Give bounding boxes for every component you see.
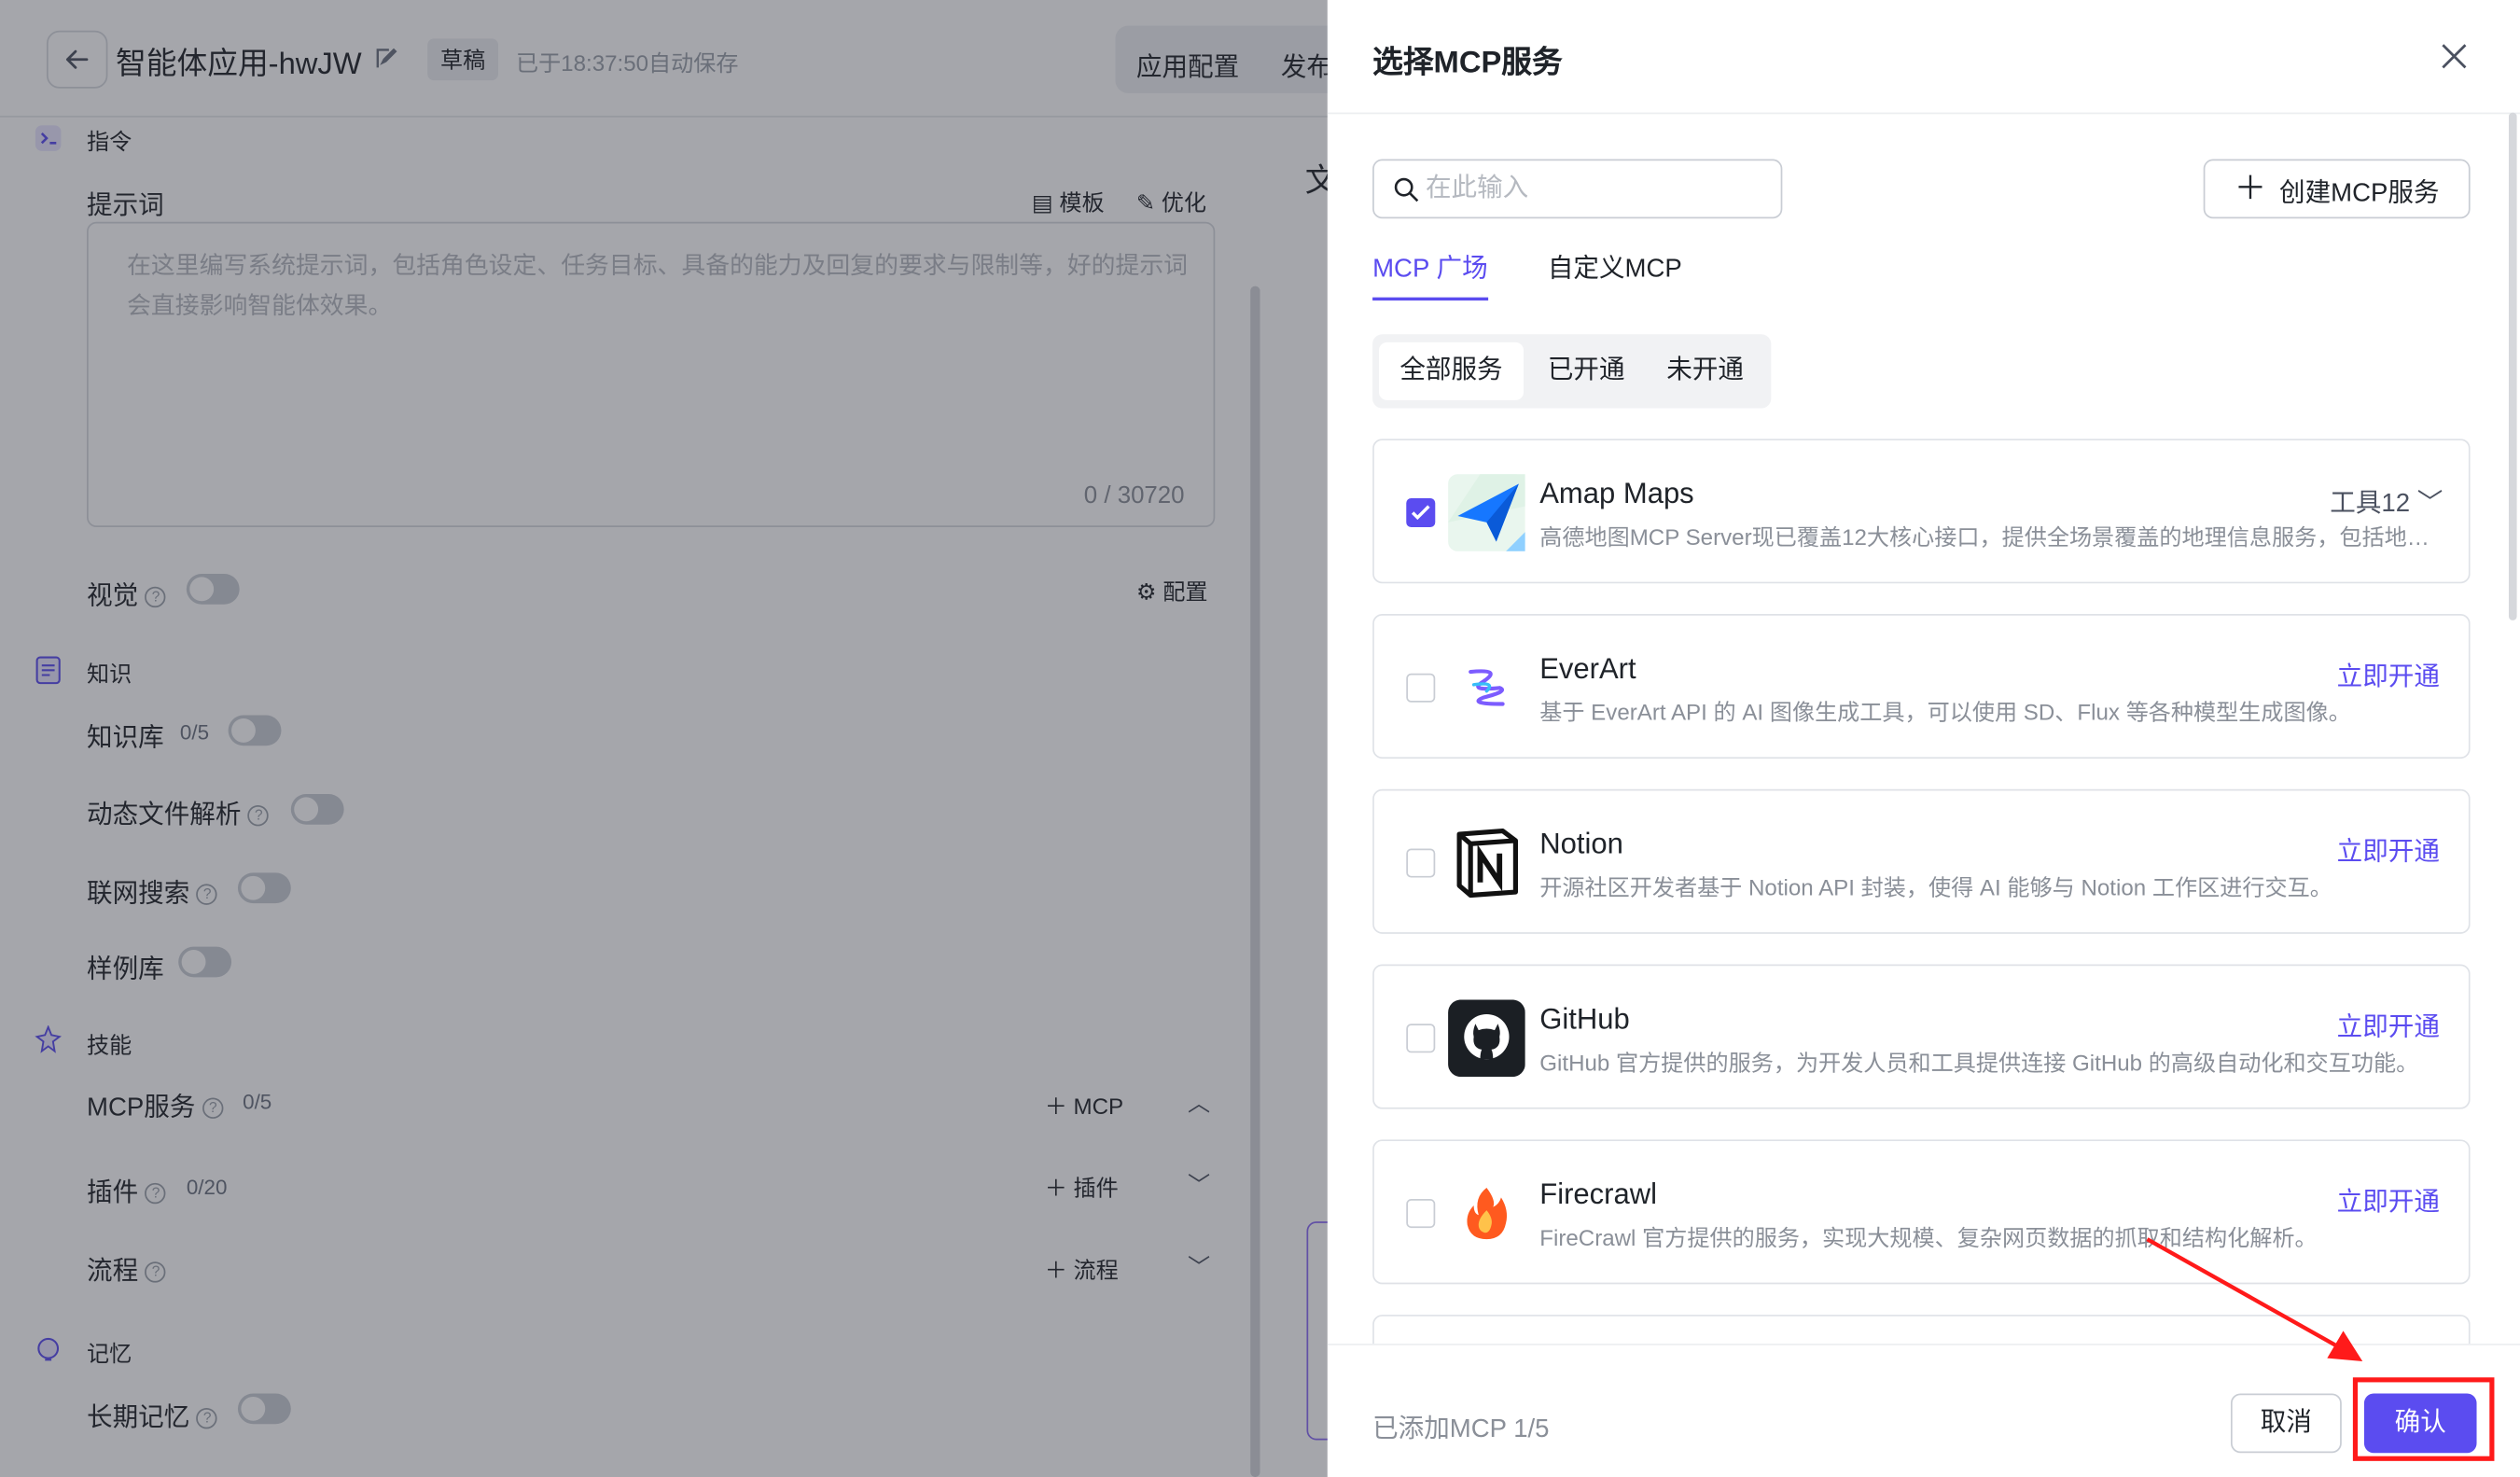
annotation-highlight-box — [2352, 1377, 2495, 1461]
modal-overlay[interactable] — [0, 0, 1328, 1477]
service-description: FireCrawl 官方提供的服务，实现大规模、复杂网页数据的抓取和结构化解析。 — [1539, 1224, 2318, 1251]
drawer-scrollbar[interactable] — [2508, 112, 2517, 620]
service-card[interactable] — [1372, 1315, 2471, 1345]
service-name: EverArt — [1539, 652, 1636, 685]
notion-icon — [1456, 829, 1518, 899]
search-icon — [1394, 177, 1419, 202]
service-description: 基于 EverArt API 的 AI 图像生成工具，可以使用 SD、Flux … — [1539, 699, 2351, 725]
service-name: Firecrawl — [1539, 1177, 1658, 1211]
drawer-title: 选择MCP服务 — [1372, 46, 1563, 81]
enable-now-link[interactable]: 立即开通 — [2337, 829, 2440, 868]
close-icon[interactable] — [2436, 38, 2471, 74]
enable-now-link[interactable]: 立即开通 — [2337, 1005, 2440, 1043]
filter-not-enabled[interactable]: 未开通 — [1649, 342, 1761, 400]
service-checkbox[interactable] — [1406, 673, 1436, 703]
filter-segment: 全部服务 已开通 未开通 — [1372, 334, 1772, 409]
service-name: Amap Maps — [1539, 477, 1694, 510]
create-mcp-label: 创建MCP服务 — [2279, 179, 2440, 207]
service-card[interactable]: GitHub GitHub 官方提供的服务，为开发人员和工具提供连接 GitHu… — [1372, 964, 2471, 1109]
mcp-select-drawer: 选择MCP服务 ＋ 创建MCP服务 MCP 广场 自定义MCP 全部服务 已开通… — [1327, 0, 2520, 1477]
service-card[interactable]: Notion 开源社区开发者基于 Notion API 封装，使得 AI 能够与… — [1372, 788, 2471, 934]
service-card[interactable]: Amap Maps 高德地图MCP Server现已覆盖12大核心接口，提供全场… — [1372, 439, 2471, 584]
tools-dropdown[interactable]: 工具12 ﹀ — [2330, 481, 2443, 519]
added-count: 已添加MCP 1/5 — [1372, 1415, 1550, 1443]
divider — [1327, 112, 2520, 115]
service-name: Notion — [1539, 828, 1623, 860]
service-description: GitHub 官方提供的服务，为开发人员和工具提供连接 GitHub 的高级自动… — [1539, 1049, 2419, 1076]
amap-maps-icon — [1448, 474, 1525, 551]
cancel-button[interactable]: 取消 — [2230, 1393, 2342, 1454]
tab-mcp-square[interactable]: MCP 广场 — [1372, 246, 1488, 285]
tools-count: 工具12 — [2330, 490, 2411, 518]
drawer-footer: 已添加MCP 1/5 取消 确认 — [1327, 1344, 2520, 1477]
filter-enabled[interactable]: 已开通 — [1530, 342, 1643, 400]
plus-icon: ＋ — [2234, 171, 2267, 207]
service-card[interactable]: Firecrawl FireCrawl 官方提供的服务，实现大规模、复杂网页数据… — [1372, 1139, 2471, 1285]
service-checkbox[interactable] — [1406, 498, 1436, 528]
service-checkbox[interactable] — [1406, 1024, 1436, 1053]
service-description: 开源社区开发者基于 Notion API 封装，使得 AI 能够与 Notion… — [1539, 874, 2332, 900]
search-input[interactable] — [1425, 170, 1763, 209]
create-mcp-button[interactable]: ＋ 创建MCP服务 — [2203, 159, 2471, 219]
tab-custom-mcp[interactable]: 自定义MCP — [1548, 246, 1682, 285]
search-box[interactable] — [1372, 159, 1783, 219]
active-tab-indicator — [1372, 297, 1489, 301]
service-name: GitHub — [1539, 1002, 1630, 1036]
service-card[interactable]: EverArt 基于 EverArt API 的 AI 图像生成工具，可以使用 … — [1372, 614, 2471, 759]
everart-icon — [1469, 669, 1505, 706]
service-description: 高德地图MCP Server现已覆盖12大核心接口，提供全场景覆盖的地理信息服务… — [1539, 523, 2440, 550]
firecrawl-icon — [1467, 1188, 1508, 1240]
enable-now-link[interactable]: 立即开通 — [2337, 654, 2440, 692]
chevron-down-icon: ﹀ — [2416, 490, 2443, 518]
service-checkbox[interactable] — [1406, 848, 1436, 878]
service-list: Amap Maps 高德地图MCP Server现已覆盖12大核心接口，提供全场… — [1372, 439, 2471, 1345]
service-checkbox[interactable] — [1406, 1199, 1436, 1229]
github-icon — [1448, 999, 1525, 1078]
checkmark-icon — [1411, 505, 1430, 521]
screen: 智能体应用-hwJW 草稿 已于18:37:50自动保存 应用配置 发布 指令 … — [0, 0, 2520, 1477]
filter-all[interactable]: 全部服务 — [1378, 341, 1525, 400]
enable-now-link[interactable]: 立即开通 — [2337, 1179, 2440, 1218]
